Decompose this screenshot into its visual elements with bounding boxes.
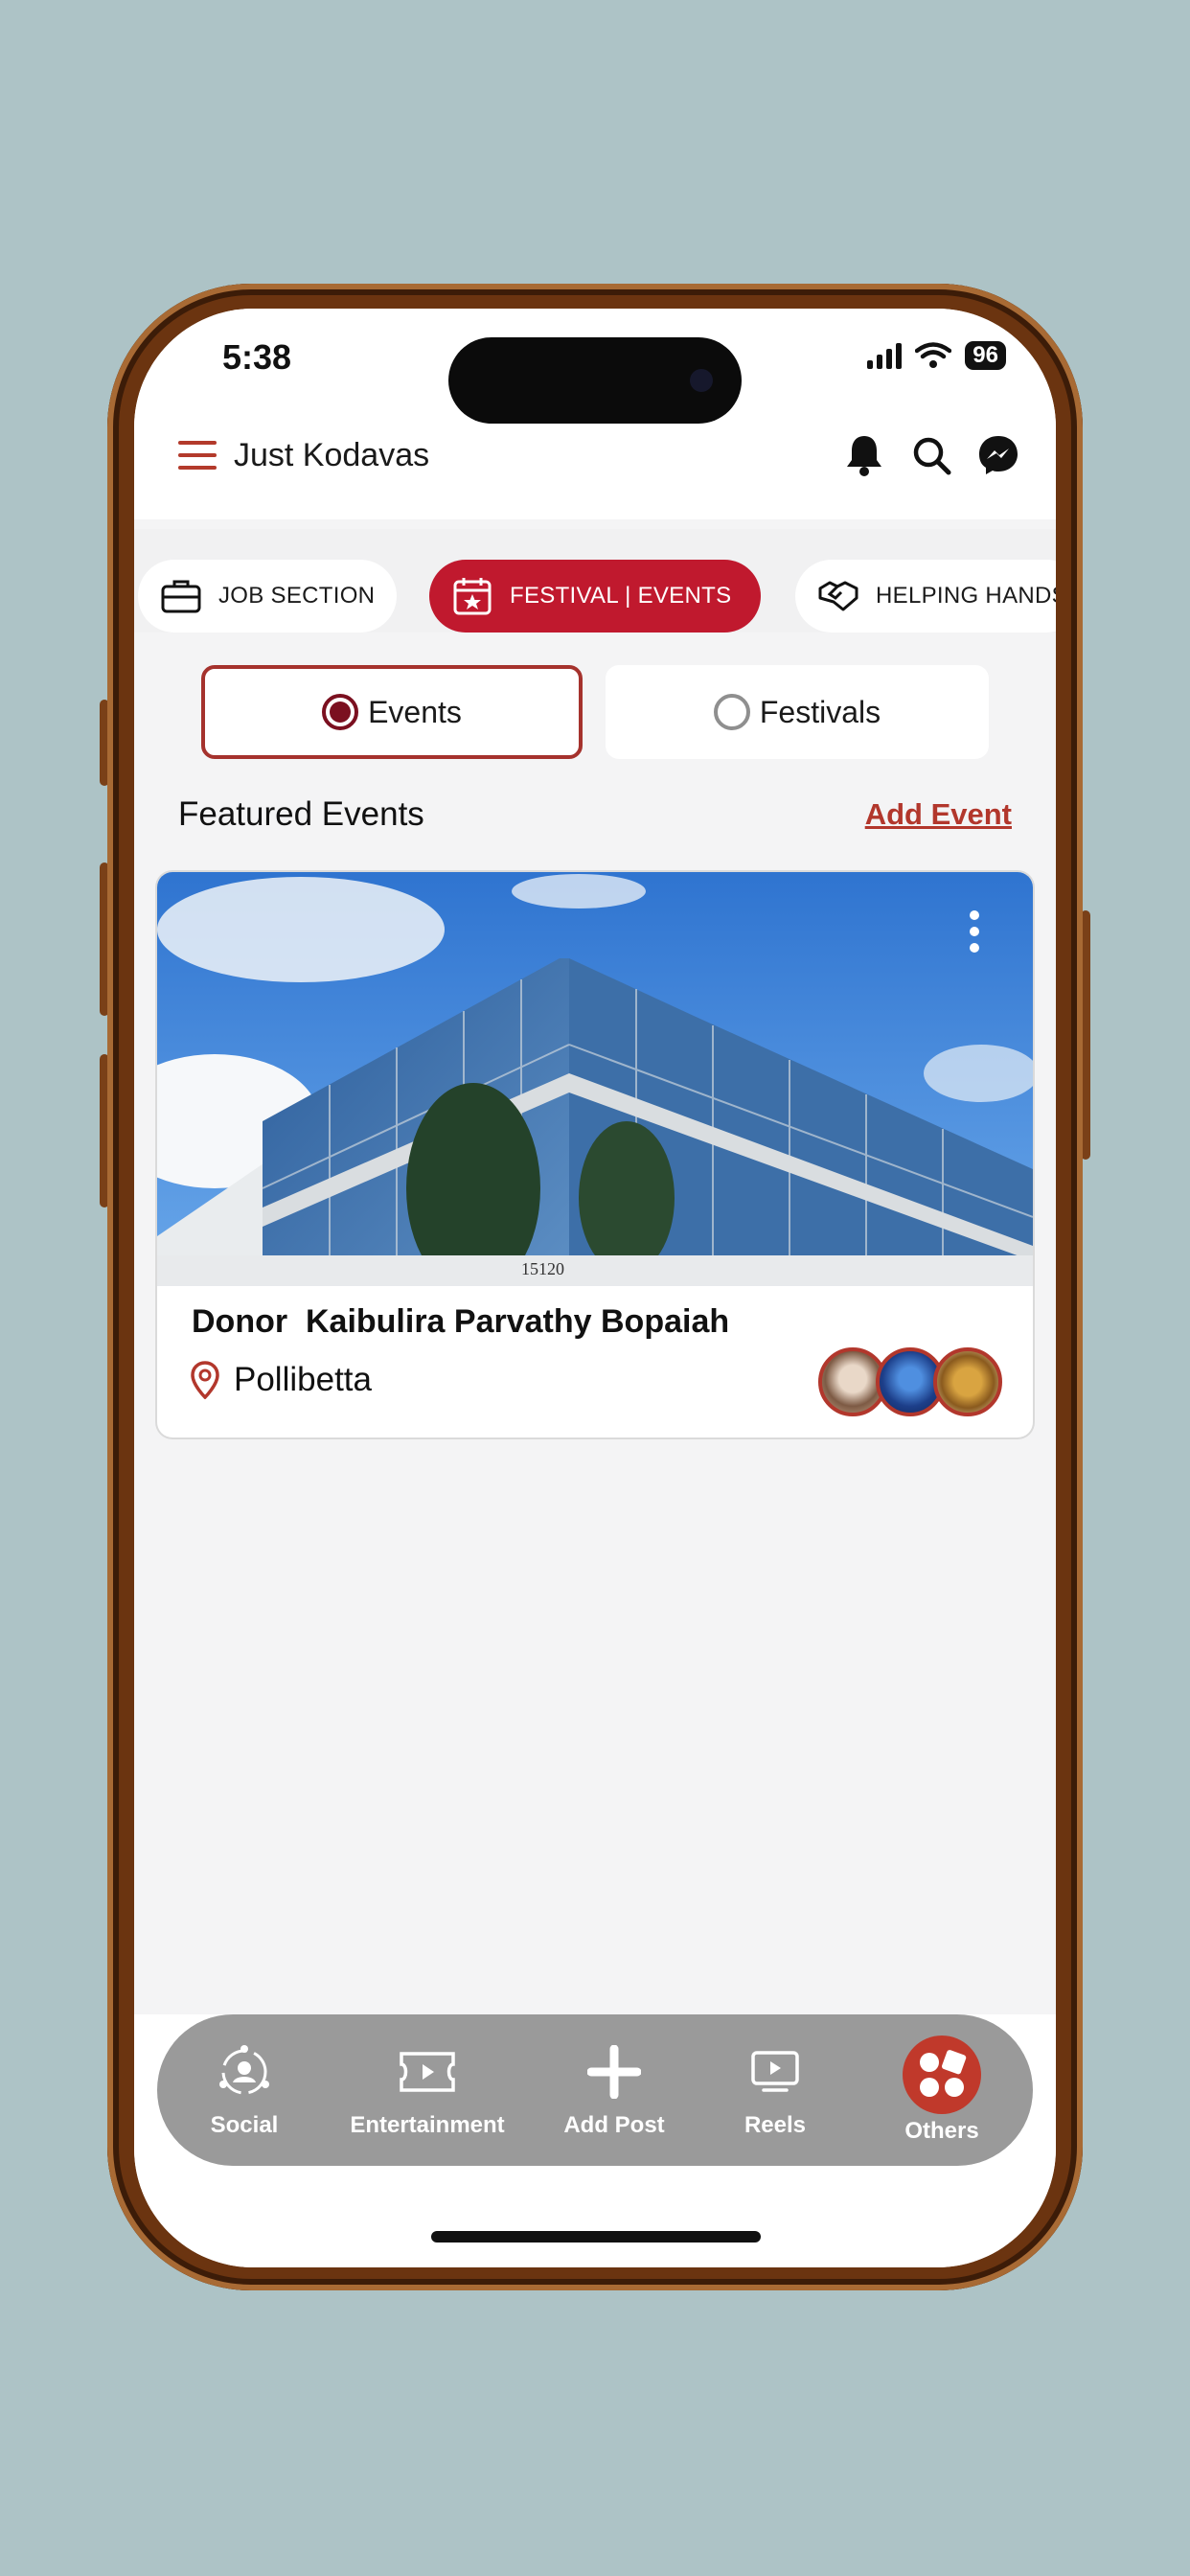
event-location: Pollibetta <box>190 1361 372 1399</box>
app-header: Just Kodavas <box>178 422 1021 489</box>
dynamic-island <box>448 337 742 424</box>
menu-icon[interactable] <box>178 441 217 470</box>
plus-icon <box>584 2041 645 2103</box>
header-actions <box>841 432 1021 478</box>
location-text: Pollibetta <box>234 1361 372 1398</box>
battery-indicator: 96 <box>965 341 1006 370</box>
festivals-toggle-label: Festivals <box>759 694 881 729</box>
camera-icon <box>690 369 713 392</box>
radio-unselected-icon <box>713 694 750 730</box>
home-indicator[interactable] <box>431 2231 761 2242</box>
nav-label: Add Post <box>563 2112 665 2138</box>
play-screen-icon <box>744 2041 806 2103</box>
nav-label: Social <box>210 2112 279 2138</box>
location-pin-icon <box>191 1361 219 1399</box>
tab-label: JOB SECTION <box>218 583 376 609</box>
nav-others[interactable]: Others <box>889 2014 995 2166</box>
more-options-icon[interactable] <box>970 910 979 953</box>
nav-add-post[interactable]: Add Post <box>542 2014 686 2166</box>
avatar <box>933 1347 1002 1416</box>
status-time: 5:38 <box>222 337 292 377</box>
briefcase-icon <box>159 574 203 618</box>
building-number-text: 15120 <box>521 1259 564 1278</box>
wifi-icon <box>915 342 952 368</box>
add-event-link[interactable]: Add Event <box>865 797 1012 832</box>
calendar-star-icon <box>450 574 494 618</box>
top-bar: 5:38 96 Just Kodavas <box>134 309 1056 519</box>
event-image: 15120 <box>157 872 1033 1286</box>
nav-reels[interactable]: Reels <box>722 2014 828 2166</box>
tab-helping-hands[interactable]: HELPING HANDS <box>795 560 1056 632</box>
phone-screen: 5:38 96 Just Kodavas JOB SECTION FESTIVA… <box>134 309 1056 2267</box>
nav-label: Entertainment <box>350 2112 505 2138</box>
section-title: Featured Events <box>178 795 424 833</box>
category-tabs: JOB SECTION FESTIVAL | EVENTS HELPING HA… <box>134 529 1056 632</box>
event-card[interactable]: 15120 Donor Kaibulira Parvathy Bopaiah P… <box>157 872 1033 1438</box>
nav-entertainment[interactable]: Entertainment <box>332 2014 523 2166</box>
radio-selected-icon <box>322 694 359 730</box>
tab-label: HELPING HANDS <box>876 583 1056 609</box>
tab-label: FESTIVAL | EVENTS <box>510 583 732 609</box>
events-toggle-label: Events <box>368 694 462 729</box>
event-title: Donor Kaibulira Parvathy Bopaiah <box>192 1303 730 1340</box>
tab-job-section[interactable]: JOB SECTION <box>138 560 397 632</box>
people-circle-icon <box>214 2041 275 2103</box>
grid-shapes-icon <box>903 2036 981 2114</box>
signal-icon <box>867 342 903 369</box>
tab-festival-events[interactable]: FESTIVAL | EVENTS <box>429 560 761 632</box>
festivals-toggle[interactable]: Festivals <box>606 665 989 759</box>
search-icon[interactable] <box>908 432 954 478</box>
ticket-icon <box>397 2041 458 2103</box>
handshake-icon <box>816 574 860 618</box>
messenger-icon[interactable] <box>975 432 1021 478</box>
bottom-nav: Social Entertainment Add Post Reels Othe… <box>157 2014 1033 2166</box>
events-toggle[interactable]: Events <box>201 665 583 759</box>
bell-icon[interactable] <box>841 432 887 478</box>
status-icons: 96 <box>867 341 1006 370</box>
attendee-avatars[interactable] <box>818 1347 1002 1416</box>
app-title: Just Kodavas <box>234 436 430 473</box>
nav-label: Reels <box>744 2112 807 2138</box>
nav-label: Others <box>904 2118 979 2144</box>
nav-social[interactable]: Social <box>192 2014 297 2166</box>
